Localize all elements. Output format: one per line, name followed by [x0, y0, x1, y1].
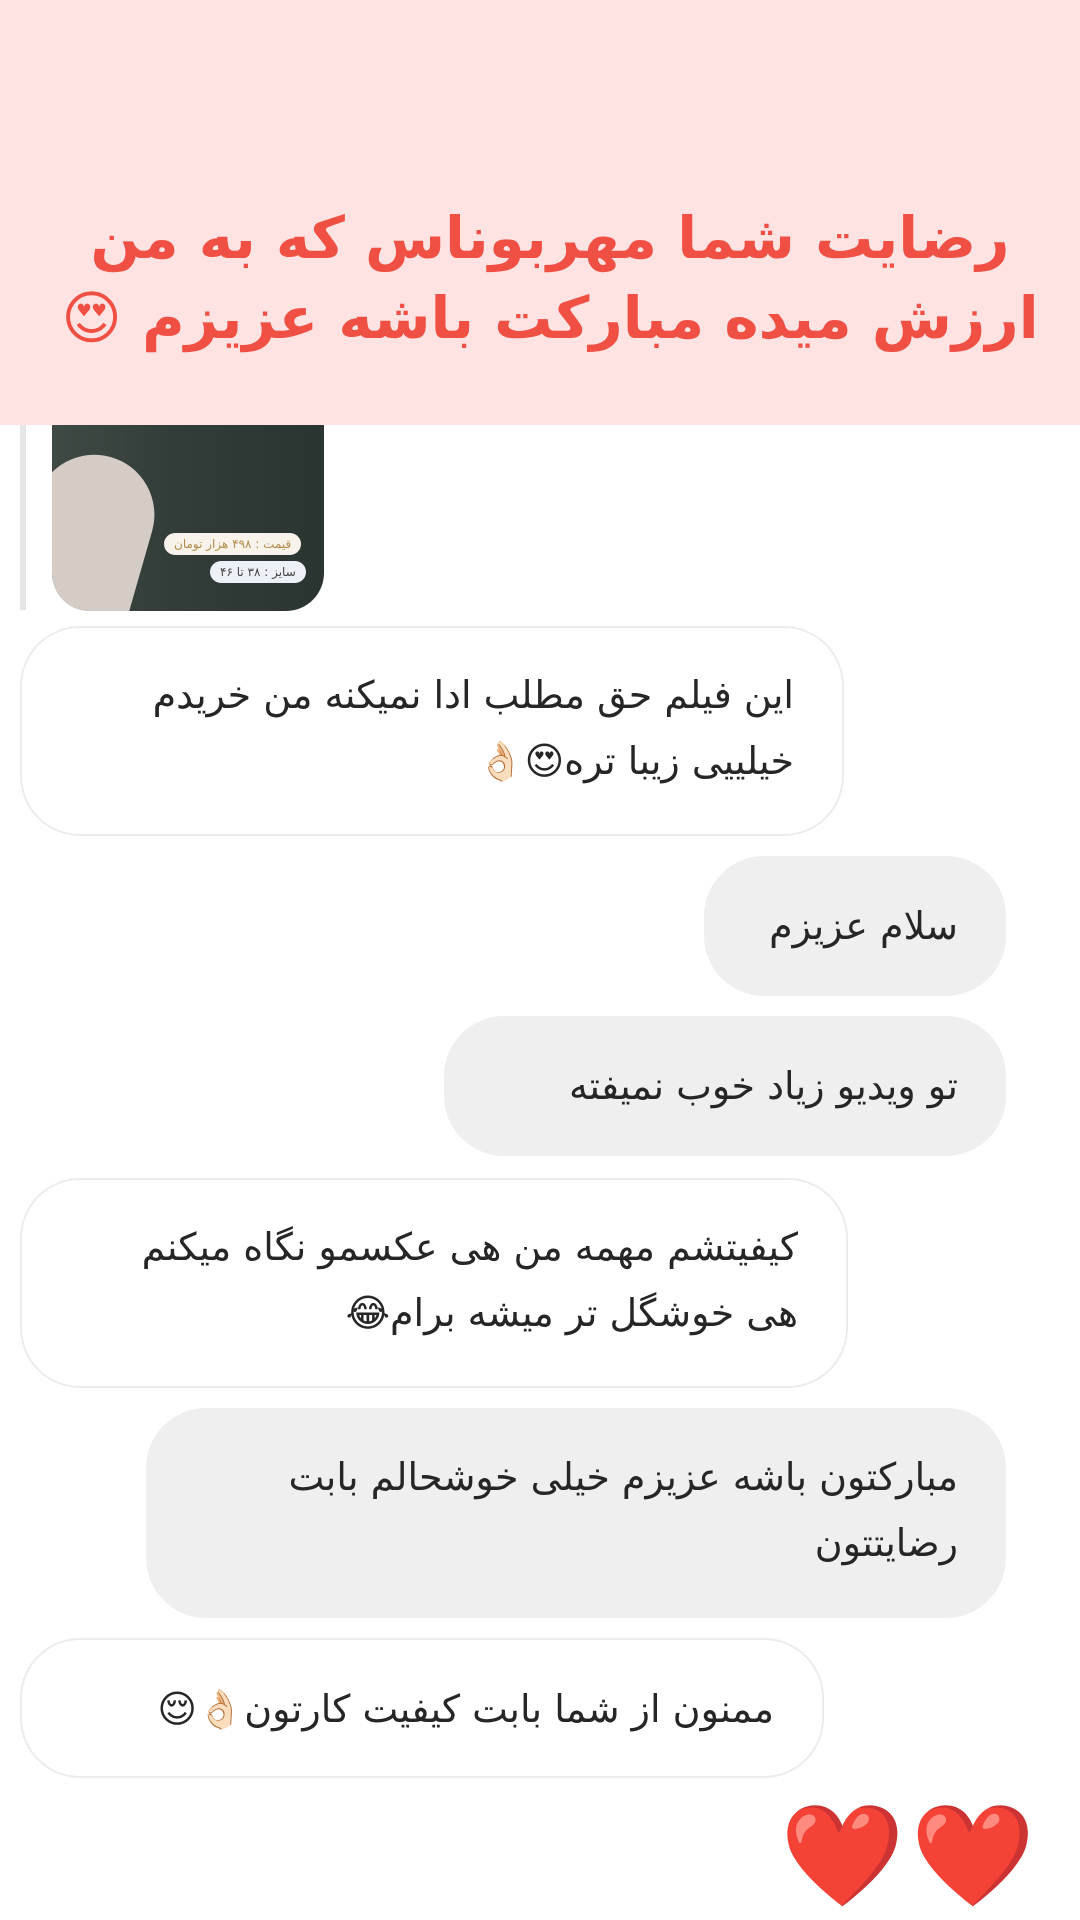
reply-indicator-line	[20, 425, 26, 610]
message-text: ممنون از شما بابت کیفیت کارتون👌🏻😌	[157, 1687, 774, 1731]
message-text: تو ویدیو زیاد خوب نمیفته	[569, 1064, 958, 1108]
message-bubble-seller[interactable]: تو ویدیو زیاد خوب نمیفته	[444, 1016, 1006, 1156]
message-bubble-seller[interactable]: سلام عزیزم	[704, 856, 1006, 996]
message-bubble-customer[interactable]: ممنون از شما بابت کیفیت کارتون👌🏻😌	[20, 1638, 824, 1778]
message-bubble-customer[interactable]: کیفیتشم مهمه من هی عکسمو نگاه میکنم هی خ…	[20, 1178, 848, 1388]
message-text: مبارکتون باشه عزیزم خیلی خوشحالم بابت رض…	[288, 1455, 958, 1565]
price-tag: قیمت : ۴۹۸ هزار تومان	[164, 533, 302, 555]
caption-banner: رضایت شما مهربوناس که به من ارزش میده مب…	[0, 0, 1080, 425]
banner-caption: رضایت شما مهربوناس که به من ارزش میده مب…	[61, 204, 1039, 352]
hand-image-part	[52, 440, 169, 611]
message-text: سلام عزیزم	[769, 904, 958, 948]
heart-reaction: ❤️❤️	[780, 1797, 1042, 1914]
message-text: این فیلم حق مطلب ادا نمیکنه من خریدم خیل…	[152, 673, 794, 783]
message-text: کیفیتشم مهمه من هی عکسمو نگاه میکنم هی خ…	[141, 1225, 798, 1335]
message-bubble-seller[interactable]: مبارکتون باشه عزیزم خیلی خوشحالم بابت رض…	[146, 1408, 1006, 1618]
product-image-preview[interactable]: قیمت : ۴۹۸ هزار تومان سایز : ۳۸ تا ۴۶	[52, 425, 324, 611]
size-tag: سایز : ۳۸ تا ۴۶	[210, 561, 306, 583]
message-bubble-customer[interactable]: این فیلم حق مطلب ادا نمیکنه من خریدم خیل…	[20, 626, 844, 836]
